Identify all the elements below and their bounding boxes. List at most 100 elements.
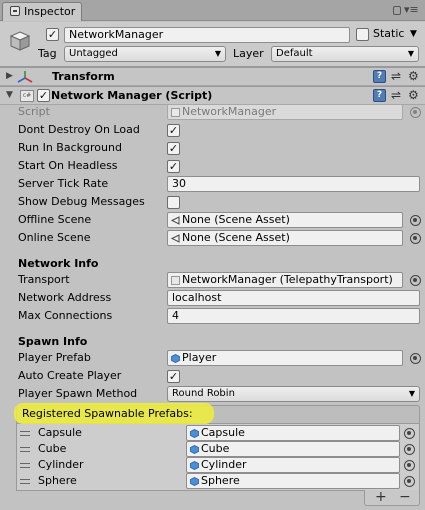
chevron-down-icon: ▼ xyxy=(408,389,415,398)
script-label: Script xyxy=(18,105,50,118)
online-scene-value: None (Scene Asset) xyxy=(182,231,290,244)
player-spawn-method-label: Player Spawn Method xyxy=(18,387,138,400)
list-footer: + − xyxy=(364,489,420,506)
gear-icon[interactable]: ⚙ xyxy=(408,69,419,83)
list-item-value: Capsule xyxy=(201,426,245,439)
player-spawn-method-value: Round Robin xyxy=(172,388,235,399)
inspector-icon xyxy=(10,6,20,16)
list-item-label: Capsule xyxy=(38,426,82,439)
object-name-input[interactable]: NetworkManager xyxy=(64,27,350,43)
object-picker-icon[interactable] xyxy=(404,460,415,471)
player-prefab-field[interactable]: Player xyxy=(167,350,403,366)
scene-asset-icon xyxy=(171,216,180,225)
help-icon[interactable]: ? xyxy=(373,89,386,102)
prefab-icon xyxy=(190,461,199,470)
active-checkbox[interactable]: ✓ xyxy=(46,28,59,41)
object-picker-icon[interactable] xyxy=(404,476,415,487)
offline-scene-field[interactable]: None (Scene Asset) xyxy=(167,212,403,228)
tag-value: Untagged xyxy=(69,48,118,59)
drag-handle-icon[interactable] xyxy=(20,431,30,436)
gear-icon[interactable]: ⚙ xyxy=(408,88,419,102)
script-field: NetworkManager xyxy=(167,104,403,120)
max-connections-input[interactable]: 4 xyxy=(167,308,420,324)
offline-scene-value: None (Scene Asset) xyxy=(182,213,290,226)
dont-destroy-checkbox[interactable]: ✓ xyxy=(167,124,180,137)
gameobject-icon xyxy=(9,31,31,51)
start-on-headless-label: Start On Headless xyxy=(18,159,118,172)
script-file-icon xyxy=(171,276,180,285)
network-manager-title: Network Manager (Script) xyxy=(51,89,213,102)
list-item-field[interactable]: Cylinder xyxy=(186,457,400,473)
network-manager-header[interactable]: ▼ c# ✓ Network Manager (Script) ? ⇌ ⚙ xyxy=(0,86,425,105)
player-spawn-method-dropdown[interactable]: Round Robin ▼ xyxy=(167,386,420,402)
remove-item-button[interactable]: − xyxy=(399,489,411,505)
list-item-field[interactable]: Capsule xyxy=(186,425,400,441)
transport-field[interactable]: NetworkManager (TelepathyTransport) xyxy=(167,272,403,288)
object-picker-icon[interactable] xyxy=(404,444,415,455)
static-label: Static xyxy=(373,27,405,40)
list-item-value: Cube xyxy=(201,442,230,455)
list-item-label: Sphere xyxy=(38,474,77,487)
auto-create-player-checkbox[interactable]: ✓ xyxy=(167,370,180,383)
chevron-down-icon: ▼ xyxy=(214,49,221,58)
prefab-icon xyxy=(190,445,199,454)
auto-create-player-label: Auto Create Player xyxy=(18,369,122,382)
component-enabled-checkbox[interactable]: ✓ xyxy=(37,89,50,102)
network-info-header: Network Info xyxy=(18,257,99,270)
static-dropdown-icon[interactable]: ▼ xyxy=(410,27,417,41)
layer-dropdown[interactable]: Default ▼ xyxy=(271,46,419,62)
start-on-headless-checkbox[interactable]: ✓ xyxy=(167,160,180,173)
preset-icon[interactable]: ⇌ xyxy=(391,88,401,102)
add-item-button[interactable]: + xyxy=(375,489,387,505)
tab-bar: Inspector ▾≡ xyxy=(0,0,425,21)
list-item-field[interactable]: Sphere xyxy=(186,473,400,489)
object-picker-icon xyxy=(410,107,421,118)
transform-header[interactable]: ▶ Transform ? ⇌ ⚙ xyxy=(0,67,425,86)
online-scene-field[interactable]: None (Scene Asset) xyxy=(167,230,403,246)
tab-inspector-label: Inspector xyxy=(24,5,76,18)
run-in-background-label: Run In Background xyxy=(18,141,122,154)
run-in-background-checkbox[interactable]: ✓ xyxy=(167,142,180,155)
tag-dropdown[interactable]: Untagged ▼ xyxy=(64,46,226,62)
offline-scene-label: Offline Scene xyxy=(18,213,92,226)
transform-title: Transform xyxy=(52,70,115,83)
list-item-value: Cylinder xyxy=(201,458,247,471)
drag-handle-icon[interactable] xyxy=(20,447,30,452)
object-picker-icon[interactable] xyxy=(410,275,421,286)
help-icon[interactable]: ? xyxy=(373,70,386,83)
server-tick-rate-input[interactable]: 30 xyxy=(167,176,420,192)
list-item-field[interactable]: Cube xyxy=(186,441,400,457)
menu-icon[interactable]: ▾≡ xyxy=(404,3,419,16)
object-picker-icon[interactable] xyxy=(410,233,421,244)
script-file-icon xyxy=(171,108,180,117)
drag-handle-icon[interactable] xyxy=(20,479,30,484)
script-icon: c# xyxy=(20,90,34,102)
chevron-down-icon: ▼ xyxy=(407,49,414,58)
drag-handle-icon[interactable] xyxy=(20,463,30,468)
object-picker-icon[interactable] xyxy=(404,428,415,439)
spawn-info-header: Spawn Info xyxy=(18,335,88,348)
tag-label: Tag xyxy=(38,47,57,60)
show-debug-label: Show Debug Messages xyxy=(18,195,145,208)
object-picker-icon[interactable] xyxy=(410,353,421,364)
show-debug-checkbox[interactable] xyxy=(167,196,180,209)
list-item-label: Cylinder xyxy=(38,458,84,471)
tab-inspector[interactable]: Inspector xyxy=(2,2,82,21)
transport-label: Transport xyxy=(18,273,70,286)
list-item-label: Cube xyxy=(38,442,67,455)
transform-icon xyxy=(17,71,33,83)
object-picker-icon[interactable] xyxy=(410,215,421,226)
network-address-input[interactable]: localhost xyxy=(167,290,420,306)
list-item-value: Sphere xyxy=(201,474,240,487)
foldout-expanded-icon[interactable]: ▼ xyxy=(6,90,13,100)
preset-icon[interactable]: ⇌ xyxy=(391,69,401,83)
dont-destroy-label: Dont Destroy On Load xyxy=(18,123,140,136)
spawnable-list-title: Registered Spawnable Prefabs: xyxy=(22,407,193,420)
prefab-icon xyxy=(190,477,199,486)
foldout-collapsed-icon[interactable]: ▶ xyxy=(6,71,13,81)
layer-label: Layer xyxy=(233,47,264,60)
static-checkbox[interactable] xyxy=(356,28,369,41)
lock-icon[interactable] xyxy=(393,6,401,15)
scene-asset-icon xyxy=(171,234,180,243)
online-scene-label: Online Scene xyxy=(18,231,91,244)
